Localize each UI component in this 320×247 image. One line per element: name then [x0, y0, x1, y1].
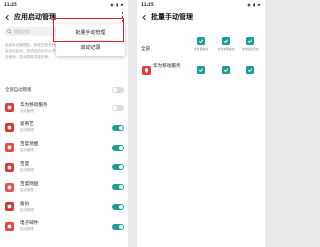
- check-icon: [198, 39, 204, 44]
- app-autostart-toggle[interactable]: [112, 203, 124, 210]
- check-icon: [198, 68, 204, 73]
- status-icons: ◉ ▮ ▰: [110, 1, 124, 7]
- app-text: 备份 自动管理: [20, 202, 34, 213]
- column-allow-autostart: 允许自启动: [192, 37, 210, 57]
- back-button[interactable]: [137, 10, 151, 24]
- column-label: 允许关联启动: [217, 47, 235, 51]
- app-autostart-toggle[interactable]: [112, 144, 124, 151]
- check-icon: [247, 39, 253, 44]
- status-bar: 11:25 ◉ ▮ ▰: [137, 0, 265, 8]
- autostart-checkbox[interactable]: [197, 66, 205, 74]
- all-auto-manage-toggle[interactable]: [112, 86, 124, 93]
- app-autostart-toggle[interactable]: [112, 105, 124, 111]
- status-icons: ◉ ▮ ▰: [247, 1, 261, 7]
- all-auto-manage-row: 全部自动管理: [5, 85, 124, 94]
- column-label: 允许后台活动: [241, 47, 259, 51]
- app-text: 爱奇艺 自动管理: [20, 122, 34, 133]
- app-autostart-toggle[interactable]: [112, 223, 124, 230]
- app-row: 百度 自动管理: [0, 157, 128, 177]
- check-icon: [223, 68, 229, 73]
- baidu-icon: [5, 162, 14, 172]
- highlight-box: [53, 18, 124, 42]
- select-all-label: 全部: [141, 47, 151, 52]
- app-row: 爱奇艺 自动管理: [0, 118, 128, 138]
- baidu-map-icon: [5, 142, 14, 152]
- select-all-autostart-checkbox[interactable]: [197, 37, 205, 45]
- app-text: 电子邮件 自动管理: [20, 221, 38, 232]
- status-time: 11:25: [4, 1, 17, 7]
- hms-icon: [5, 103, 14, 113]
- all-auto-manage-label: 全部自动管理: [5, 87, 32, 93]
- app-status: 自动管理: [20, 168, 34, 173]
- app-row: 百度网盘 自动管理: [0, 177, 128, 197]
- baidu-netdisk-icon: [5, 182, 14, 192]
- app-bar: 批量手动管理: [137, 9, 265, 25]
- app-name: 华为移动服务: [153, 64, 181, 69]
- check-icon: [223, 39, 229, 44]
- arrow-left-icon: [4, 14, 9, 20]
- associated-launch-checkbox[interactable]: [222, 66, 230, 74]
- app-row: 备份 自动管理: [0, 197, 128, 217]
- app-autostart-toggle[interactable]: [112, 184, 124, 191]
- search-bar[interactable]: [4, 27, 56, 36]
- page-title: 批量手动管理: [151, 13, 193, 21]
- app-row: 华为移动服务: [137, 63, 265, 85]
- app-text: 华为移动服务 自动管理: [20, 103, 48, 114]
- app-row: 华为移动服务 自动管理: [0, 98, 128, 118]
- select-all-associated-checkbox[interactable]: [222, 37, 230, 45]
- app-status: 自动管理: [20, 148, 34, 153]
- batch-manual-screen: 11:25 ◉ ▮ ▰ 批量手动管理 全部 允许自启动 允许关联启动 允许后台活…: [137, 0, 265, 247]
- app-autostart-toggle[interactable]: [112, 124, 124, 131]
- app-status: 自动管理: [20, 187, 34, 192]
- search-input[interactable]: [14, 29, 54, 34]
- backup-icon: [5, 202, 14, 212]
- menu-item-launch-records[interactable]: 启动记录: [56, 40, 125, 54]
- select-all-background-checkbox[interactable]: [246, 37, 254, 45]
- column-label: 允许自启动: [194, 47, 208, 51]
- status-time: 11:25: [141, 1, 154, 7]
- iqiyi-icon: [5, 123, 14, 133]
- background-activity-checkbox[interactable]: [246, 66, 254, 74]
- app-status: 自动管理: [20, 227, 34, 232]
- search-icon: [7, 29, 12, 34]
- app-autostart-toggle[interactable]: [112, 164, 124, 171]
- app-status: 自动管理: [20, 108, 34, 113]
- app-text: 百度网盘 自动管理: [20, 182, 38, 193]
- arrow-left-icon: [141, 14, 146, 20]
- app-text: 百度 自动管理: [20, 162, 34, 173]
- app-list: 华为移动服务 自动管理 爱奇艺 自动管理 百度地图 自动管理 百度 自动管理 百度网盘 自动管理备…: [0, 98, 128, 237]
- app-status: 自动管理: [20, 128, 34, 133]
- status-bar: 11:25 ◉ ▮ ▰: [0, 0, 128, 8]
- column-allow-background: 允许后台活动: [241, 37, 259, 57]
- email-icon: [5, 222, 14, 232]
- app-text: 百度地图 自动管理: [20, 142, 38, 153]
- column-allow-associated-launch: 允许关联启动: [217, 37, 235, 57]
- app-row: 百度地图 自动管理: [0, 138, 128, 158]
- app-launch-screen: 11:25 ◉ ▮ ▰ 应用启动管理 启用手动管理后，将仅在您允许的情况下启动，…: [0, 0, 128, 247]
- app-status: 自动管理: [20, 207, 34, 212]
- app-row: 电子邮件 自动管理: [0, 217, 128, 237]
- back-button[interactable]: [0, 10, 14, 24]
- hms-icon: [142, 66, 151, 75]
- check-icon: [247, 68, 253, 73]
- page-title: 应用启动管理: [14, 13, 56, 21]
